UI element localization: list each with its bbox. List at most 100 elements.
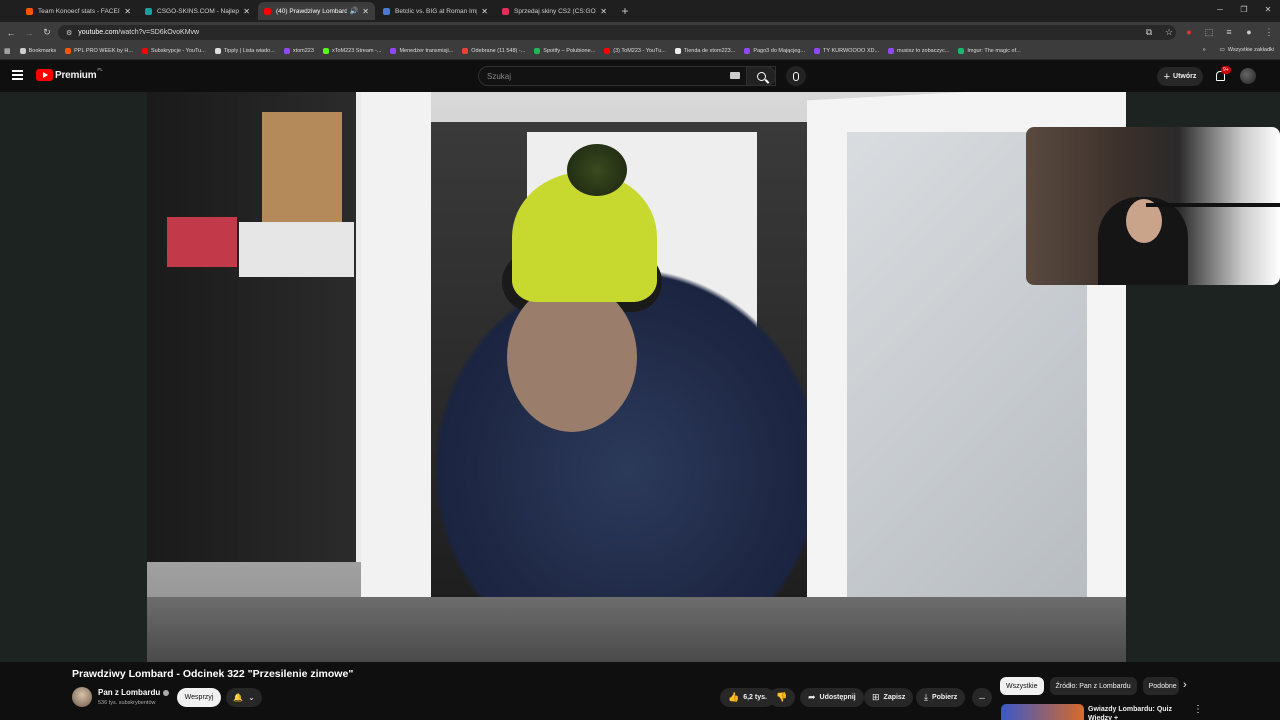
profile-icon[interactable]: ● <box>1242 25 1256 39</box>
hamburger-menu-icon[interactable] <box>12 70 23 80</box>
chip-all[interactable]: Wszystkie <box>1000 677 1044 695</box>
create-label: Utwórz <box>1173 73 1197 80</box>
save-icon: ⊞ <box>872 692 880 702</box>
maximize-icon[interactable]: ❐ <box>1232 0 1256 22</box>
verified-icon <box>163 689 170 696</box>
video-frame-box <box>167 217 237 267</box>
media-control-icon[interactable]: ≡ <box>1222 25 1236 39</box>
chevron-right-icon[interactable]: › <box>1183 679 1187 691</box>
bookmark-item[interactable]: TY KURWOOOO XD... <box>814 48 879 54</box>
channel-name[interactable]: Pan z Lombardu <box>98 688 170 697</box>
chip-source[interactable]: Źródło: Pan z Lombardu <box>1049 677 1137 695</box>
more-actions-button[interactable]: ... <box>972 688 992 707</box>
subscription-bell-button[interactable]: 🔔 ⌄ <box>226 688 262 707</box>
recommendation-title[interactable]: Gwiazdy Lombardu: Quiz Wiedzy + <box>1088 705 1183 720</box>
voice-search-button[interactable] <box>786 66 806 86</box>
browser-tab-active[interactable]: (40) Prawdziwy Lombard - 🔊 ✕ <box>258 2 375 20</box>
browser-menu-icon[interactable]: ⋮ <box>1262 25 1276 39</box>
search-button[interactable] <box>746 66 776 86</box>
url-text[interactable]: youtube.com/watch?v=SD6kOvoKMvw <box>78 29 199 36</box>
share-button[interactable]: ➦ Udostępnij <box>800 688 864 707</box>
bookmark-item[interactable]: (3) ToM223 - YouTu... <box>604 48 666 54</box>
video-frame-face <box>507 282 637 432</box>
back-icon[interactable]: ← <box>2 28 20 38</box>
like-button[interactable]: 👍 6,2 tys. <box>720 688 775 707</box>
tab-title: Sprzedaj skiny CS2 (CS:GO) | N <box>514 7 597 15</box>
plus-icon: + <box>1163 70 1171 83</box>
video-player[interactable] <box>147 92 1126 662</box>
address-bar[interactable]: ⚙ youtube.com/watch?v=SD6kOvoKMvw <box>58 25 1176 40</box>
bookmark-item[interactable]: Menedżer transmisji... <box>390 48 453 54</box>
cast-icon[interactable]: ⧉ <box>1142 25 1156 39</box>
faceit-icon <box>26 7 33 15</box>
bookmarks-overflow-button[interactable]: » <box>1203 47 1206 53</box>
support-button[interactable]: Wesprzyj <box>177 688 221 707</box>
reload-icon[interactable]: ↻ <box>38 27 56 38</box>
bookmark-item[interactable]: Subskrypcje - YouTu... <box>141 48 206 54</box>
bookmark-item[interactable]: PPL PRO WEEK by H... <box>65 48 133 54</box>
close-tab-icon[interactable]: ✕ <box>362 7 369 16</box>
apps-icon[interactable]: ▦ <box>4 47 11 55</box>
tab-title: CSGO-SKINS.COM - Najlepsze <box>157 7 239 15</box>
bookmark-item[interactable]: Tipply | Lista wiado... <box>214 48 275 54</box>
bookmark-star-icon[interactable]: ☆ <box>1162 25 1176 39</box>
bookmark-item[interactable]: Pago3 do Mającjeg... <box>744 48 805 54</box>
bookmark-item[interactable]: xToM223 Stream -... <box>322 48 381 54</box>
bookmark-item[interactable]: Bookmarks <box>19 48 56 54</box>
more-vert-icon[interactable]: ⋮ <box>1193 704 1203 715</box>
forward-icon[interactable]: → <box>20 28 38 38</box>
bookmark-favicon <box>390 48 397 54</box>
site-info-icon[interactable]: ⚙ <box>66 29 72 37</box>
speaker-icon[interactable]: 🔊 <box>350 7 359 15</box>
skins-shop-icon <box>502 7 509 15</box>
chip-related[interactable]: Podobne <box>1142 677 1179 695</box>
extension-red-icon[interactable]: ● <box>1182 25 1196 39</box>
account-avatar[interactable] <box>1240 68 1256 84</box>
close-tab-icon[interactable]: ✕ <box>600 7 607 16</box>
bookmark-favicon <box>814 48 821 54</box>
extensions-icon[interactable]: ⬚ <box>1202 25 1216 39</box>
youtube-premium-logo[interactable]: Premium PL <box>36 66 103 81</box>
keyboard-icon[interactable] <box>730 72 740 79</box>
close-window-icon[interactable]: ✕ <box>1256 0 1280 22</box>
bookmark-favicon <box>604 48 611 54</box>
browser-tab[interactable]: Team Konoecf stats - FACEIT.com ✕ <box>20 2 137 20</box>
close-tab-icon[interactable]: ✕ <box>243 7 250 16</box>
bookmark-favicon <box>462 48 469 54</box>
tab-title: Team Konoecf stats - FACEIT.com <box>38 7 120 15</box>
chevron-down-icon: ⌄ <box>248 693 255 702</box>
download-button[interactable]: ⤓ Pobierz <box>916 688 966 707</box>
browser-tab[interactable]: CSGO-SKINS.COM - Najlepsze ✕ <box>139 2 256 20</box>
video-title: Prawdziwy Lombard - Odcinek 322 "Przesil… <box>72 668 354 680</box>
browser-tab[interactable]: Betclic vs. BIG at Roman Imperi ✕ <box>377 2 494 20</box>
save-button[interactable]: ⊞ Zapisz <box>864 688 914 707</box>
new-tab-button[interactable]: + <box>617 3 633 19</box>
browser-tab[interactable]: Sprzedaj skiny CS2 (CS:GO) | N ✕ <box>496 2 613 20</box>
bookmark-item[interactable]: Spotify – Polubione... <box>534 48 595 54</box>
microphone-arm <box>1146 203 1280 207</box>
video-frame-window <box>361 92 431 612</box>
close-tab-icon[interactable]: ✕ <box>481 7 488 16</box>
bookmark-item[interactable]: xtom223 <box>283 48 314 54</box>
bookmark-item[interactable]: musisz to zobaczyc... <box>888 48 949 54</box>
video-frame-box <box>239 222 354 277</box>
logo-region: PL <box>97 66 103 72</box>
csgo-skins-icon <box>145 7 152 15</box>
create-button[interactable]: + Utwórz <box>1157 67 1203 86</box>
notification-badge: 9+ <box>1221 66 1231 74</box>
all-bookmarks-link[interactable]: Wszystkie zakładki <box>1228 47 1274 53</box>
bookmark-item[interactable]: Odebrane (11 548) -... <box>462 48 525 54</box>
recommendation-thumbnail[interactable] <box>1001 704 1084 720</box>
minimize-icon[interactable]: ─ <box>1208 0 1232 22</box>
video-frame-pompom <box>567 144 627 196</box>
betclic-icon <box>383 7 390 15</box>
dislike-button[interactable]: 👎 <box>769 688 795 707</box>
bookmark-favicon <box>65 48 72 54</box>
tab-strip: Team Konoecf stats - FACEIT.com ✕ CSGO-S… <box>0 0 1280 22</box>
star-icon <box>19 48 26 54</box>
tab-title: (40) Prawdziwy Lombard - <box>276 7 347 15</box>
bookmark-item[interactable]: Imgur: The magic of... <box>958 48 1021 54</box>
bookmark-item[interactable]: Tienda de xtom223... <box>674 48 735 54</box>
close-tab-icon[interactable]: ✕ <box>124 7 131 16</box>
channel-avatar[interactable] <box>72 687 92 707</box>
